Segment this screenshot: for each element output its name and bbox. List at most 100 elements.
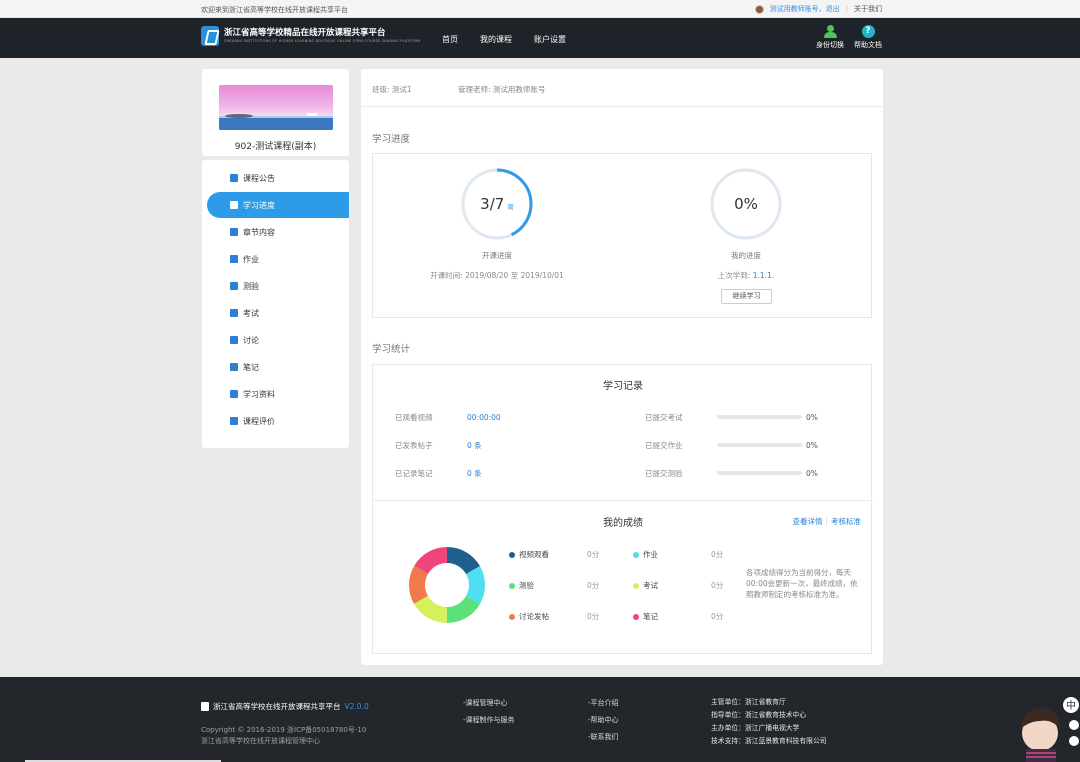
last-learned-prefix: 上次学到: xyxy=(717,271,753,280)
footer-link-help[interactable]: -帮助中心 xyxy=(588,715,619,725)
course-card: 902-测试课程(副本) xyxy=(202,69,349,156)
record-row: 已发表帖子 0 条 xyxy=(395,440,595,451)
sidebar-item-announcements[interactable]: 课程公告 xyxy=(207,165,349,191)
course-name: 902-测试课程(副本) xyxy=(234,142,317,152)
legend-score: 0分 xyxy=(711,612,724,621)
chapter-icon xyxy=(230,228,238,236)
discussion-icon xyxy=(230,336,238,344)
about-link[interactable]: 关于我们 xyxy=(854,4,882,14)
sidebar-item-evaluation[interactable]: 课程评价 xyxy=(207,408,349,434)
quiz-progress-bar xyxy=(717,471,802,475)
divider xyxy=(373,500,873,501)
sidebar-item-exam[interactable]: 考试 xyxy=(207,300,349,326)
sidebar-item-discussion[interactable]: 讨论 xyxy=(207,327,349,353)
site-header: 浙江省高等学校精品在线开放课程共享平台 ZHEJIANG INSTITUTION… xyxy=(0,18,1080,58)
footer-link-course-mgmt[interactable]: -课程管理中心 xyxy=(463,698,515,708)
legend-dot xyxy=(509,613,515,620)
progress-list-icon xyxy=(230,201,238,209)
record-label: 已提交测验 xyxy=(645,469,683,478)
user-logout-link[interactable]: 测试用教师账号，退出 xyxy=(770,4,840,14)
record-value: 00:00:00 xyxy=(467,413,501,422)
top-strip: 欢迎来到浙江省高等学校在线开放课程共享平台 测试用教师账号，退出 | 关于我们 xyxy=(0,0,1080,18)
nav-account-settings[interactable]: 账户设置 xyxy=(534,34,566,45)
progress-section-title: 学习进度 xyxy=(372,134,411,145)
legend-label: 笔记 xyxy=(643,612,658,621)
logo-subtitle: ZHEJIANG INSTITUTIONS OF HIGHER LEARNING… xyxy=(224,39,421,43)
help-icon: ? xyxy=(861,25,875,38)
sidebar-item-label: 笔记 xyxy=(243,362,259,372)
legend-quiz: 测验 xyxy=(509,580,534,591)
my-progress-value: 0% xyxy=(734,195,758,213)
mascot-badge: 中 xyxy=(1066,699,1076,712)
legend-score: 0分 xyxy=(587,581,600,590)
footer-info-line: 技术支持：浙江蓝景教育科技有限公司 xyxy=(711,737,827,745)
record-row: 已提交测验 0% xyxy=(645,468,845,479)
legend-dot xyxy=(633,613,639,620)
mascot-avatar[interactable]: 中 xyxy=(1000,693,1080,762)
sidebar-item-label: 讨论 xyxy=(243,335,259,345)
records-title: 学习记录 xyxy=(603,381,643,392)
sidebar-item-notes[interactable]: 笔记 xyxy=(207,354,349,380)
sidebar-item-label: 课程公告 xyxy=(243,173,275,183)
legend-dot xyxy=(633,551,639,558)
footer-link-production[interactable]: -课程制作与服务 xyxy=(463,715,515,725)
footer-management: 浙江省高等学校在线开放课程管理中心 xyxy=(201,737,320,745)
sidebar-item-materials[interactable]: 学习资料 xyxy=(207,381,349,407)
teacher-label: 管理老师: 测试用教师账号 xyxy=(458,85,546,94)
site-logo[interactable]: 浙江省高等学校精品在线开放课程共享平台 ZHEJIANG INSTITUTION… xyxy=(201,26,421,46)
last-learned-link[interactable]: 1.1.1. xyxy=(753,271,774,280)
sidebar-item-quiz[interactable]: 测验 xyxy=(207,273,349,299)
sidebar-item-label: 学习资料 xyxy=(243,389,275,399)
nav-home[interactable]: 首页 xyxy=(442,34,458,45)
course-sidebar: 课程公告 学习进度 章节内容 作业 测验 考试 讨论 笔记 学习资料 课程评价 xyxy=(202,160,349,448)
record-label: 已记录笔记 xyxy=(395,469,433,478)
site-footer: 浙江省高等学校在线开放课程共享平台 V2.0.0 Copyright © 201… xyxy=(0,677,1080,762)
grading-standard-link[interactable]: 考核标准 xyxy=(831,517,861,526)
record-label: 已发表帖子 xyxy=(395,441,433,450)
legend-dot xyxy=(509,551,515,558)
last-learned: 上次学到: 1.1.1. xyxy=(636,270,856,281)
header-tools: 身份切换 ? 帮助文档 xyxy=(816,25,882,50)
logo-icon xyxy=(201,26,219,46)
legend-label: 考试 xyxy=(643,581,658,590)
homework-progress-bar xyxy=(717,443,802,447)
sidebar-item-chapters[interactable]: 章节内容 xyxy=(207,219,349,245)
record-percent: 0% xyxy=(806,469,818,478)
legend-exam: 考试 xyxy=(633,580,658,591)
legend-discussion: 讨论发帖 xyxy=(509,611,549,622)
legend-dot xyxy=(633,582,639,589)
sidebar-item-homework[interactable]: 作业 xyxy=(207,246,349,272)
help-docs-label: 帮助文档 xyxy=(854,41,882,49)
course-progress-unit: 周 xyxy=(507,203,514,211)
help-docs-button[interactable]: ? 帮助文档 xyxy=(854,25,882,50)
record-percent: 0% xyxy=(806,441,818,450)
role-switch-label: 身份切换 xyxy=(816,41,844,49)
course-progress-ring: 3/7 周 xyxy=(457,164,537,244)
footer-copyright: Copyright © 2016-2019 浙ICP备05018780号-10 xyxy=(201,726,367,734)
nav-my-courses[interactable]: 我的课程 xyxy=(480,34,512,45)
course-progress-value: 3/7 xyxy=(480,195,505,213)
record-value: 0 条 xyxy=(467,469,482,478)
course-progress-label: 开课进度 xyxy=(482,251,512,260)
welcome-text: 欢迎来到浙江省高等学校在线开放课程共享平台 xyxy=(201,6,348,14)
my-progress-label: 我的进度 xyxy=(731,251,761,260)
user-switch-icon xyxy=(823,25,837,38)
footer-links-col2: -平台介绍 -帮助中心 -联系我们 xyxy=(588,698,619,742)
legend-video: 视频观看 xyxy=(509,549,549,560)
legend-score: 0分 xyxy=(587,550,600,559)
legend-homework: 作业 xyxy=(633,549,658,560)
footer-link-contact[interactable]: -联系我们 xyxy=(588,732,619,742)
role-switch-button[interactable]: 身份切换 xyxy=(816,25,844,50)
record-label: 已观看视频 xyxy=(395,413,433,422)
view-details-link[interactable]: 查看详情 xyxy=(792,517,822,526)
exam-progress-bar xyxy=(717,415,802,419)
sidebar-item-progress[interactable]: 学习进度 xyxy=(207,192,349,218)
footer-links-col1: -课程管理中心 -课程制作与服务 xyxy=(463,698,515,725)
stats-section-title: 学习统计 xyxy=(372,344,411,355)
footer-link-about[interactable]: -平台介绍 xyxy=(588,698,619,708)
continue-learning-button[interactable]: 继续学习 xyxy=(721,289,772,304)
footer-info-line: 主管单位：浙江省教育厅 xyxy=(711,698,786,706)
class-label: 班级: 测试1 xyxy=(372,85,412,94)
footer-logo: 浙江省高等学校在线开放课程共享平台 V2.0.0 xyxy=(201,701,369,712)
footer-title: 浙江省高等学校在线开放课程共享平台 xyxy=(213,702,341,711)
